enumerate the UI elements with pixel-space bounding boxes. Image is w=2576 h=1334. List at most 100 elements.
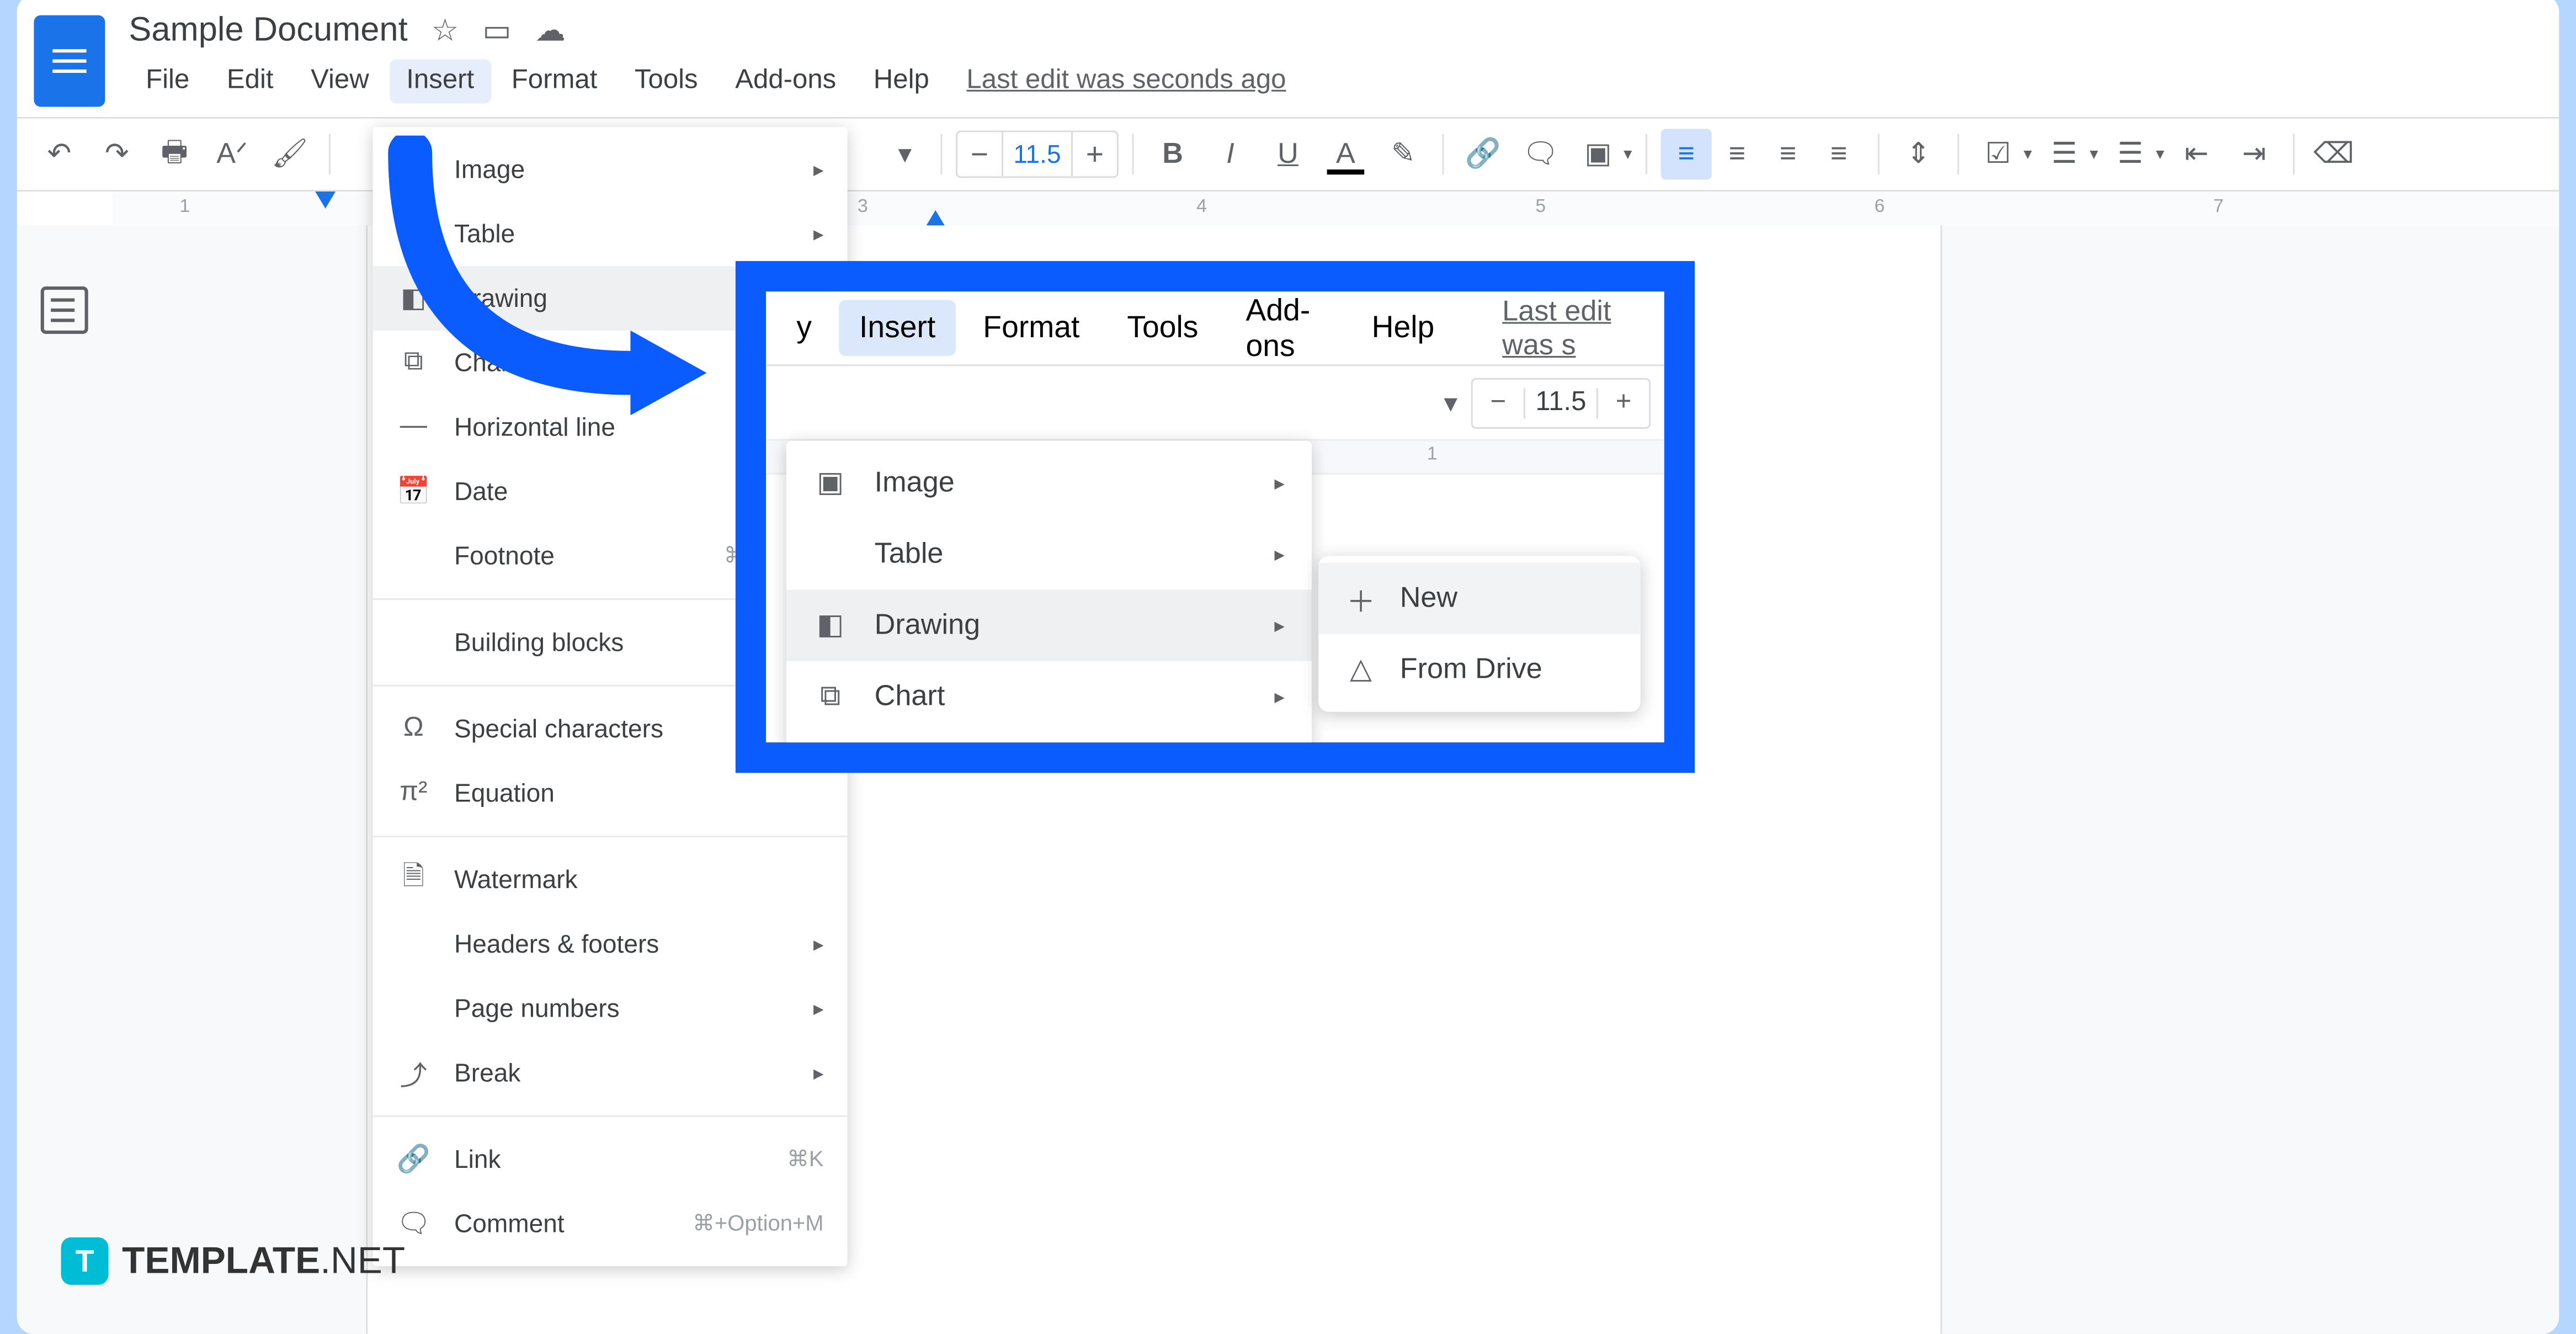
menu-divider <box>373 1115 848 1117</box>
numbered-list-button[interactable]: ☰ <box>2105 129 2156 179</box>
spellcheck-button[interactable]: Aᐟ <box>207 129 258 179</box>
inset-font-size-value[interactable]: 11.5 <box>1524 387 1598 418</box>
menu-edit[interactable]: Edit <box>210 59 290 103</box>
hline-icon: — <box>397 412 430 442</box>
hline-icon: — <box>813 751 847 773</box>
inset-insert-chart[interactable]: ⧉Chart▸ <box>786 661 1312 732</box>
inset-insert-image[interactable]: ▣Image▸ <box>786 448 1312 519</box>
chart-icon: ⧉ <box>397 348 430 378</box>
inset-menu-add-ons[interactable]: Add-ons <box>1226 282 1345 374</box>
toolbar-separator <box>329 134 331 175</box>
italic-button[interactable]: I <box>1205 129 1256 179</box>
menu-file[interactable]: File <box>129 59 206 103</box>
highlight-button[interactable]: ✎ <box>1378 129 1429 179</box>
pi-icon: π² <box>397 778 430 809</box>
font-size-value[interactable]: 11.5 <box>1002 132 1073 177</box>
inset-menu-insert[interactable]: Insert <box>839 300 956 356</box>
insert-item-table[interactable]: Table▸ <box>373 201 848 266</box>
increase-indent-button[interactable]: ⇥ <box>2229 129 2280 179</box>
insert-link-button[interactable]: 🔗 <box>1457 129 1508 179</box>
menu-format[interactable]: Format <box>494 59 614 103</box>
submenu-arrow-icon: ▸ <box>813 997 824 1021</box>
document-title[interactable]: Sample Document <box>129 11 407 50</box>
watermark: T TEMPLATE.NET <box>61 1237 406 1285</box>
chart-icon: ⧉ <box>813 679 847 713</box>
font-size-increase[interactable]: + <box>1073 136 1117 172</box>
bold-button[interactable]: B <box>1147 129 1198 179</box>
inset-font-size-control: − 11.5 + <box>1471 377 1651 428</box>
insert-item-comment[interactable]: 🗨Comment⌘+Option+M <box>373 1192 848 1256</box>
last-edit-link[interactable]: Last edit was seconds ago <box>966 66 1286 97</box>
insert-item-page-numbers[interactable]: Page numbers▸ <box>373 976 848 1041</box>
inset-insert-horizontal-line[interactable]: —Horizontal line <box>786 732 1312 773</box>
callout-zoom: yInsertFormatToolsAdd-onsHelp Last edit w… <box>736 261 1695 773</box>
ruler-num: 4 <box>1196 196 1207 217</box>
undo-button[interactable]: ↶ <box>34 129 84 179</box>
inset-menu-help[interactable]: Help <box>1351 300 1455 356</box>
text-color-button[interactable]: A <box>1320 129 1371 179</box>
submenu-arrow-icon: ▸ <box>1274 471 1285 495</box>
align-justify-button[interactable]: ≡ <box>1813 129 1864 179</box>
insert-item-break[interactable]: ⤴Break▸ <box>373 1041 848 1106</box>
menu-insert[interactable]: Insert <box>390 59 491 103</box>
submenu-arrow-icon: ▸ <box>813 158 824 182</box>
submenu-arrow-icon: ▸ <box>813 1061 824 1085</box>
decrease-indent-button[interactable]: ⇤ <box>2171 129 2222 179</box>
link-icon: 🔗 <box>397 1142 430 1176</box>
submenu-arrow-icon: ▸ <box>813 932 824 956</box>
print-button[interactable]: 🖶 <box>149 129 200 179</box>
font-size-control: − 11.5 + <box>956 130 1119 178</box>
inset-insert-drawing[interactable]: ◧Drawing▸ <box>786 590 1312 661</box>
submenu-arrow-icon: ▸ <box>1274 543 1285 566</box>
insert-image-button[interactable]: ▣ <box>1573 129 1624 179</box>
move-folder-icon[interactable]: ▭ <box>482 13 511 48</box>
outline-icon[interactable] <box>41 286 88 334</box>
submenu-arrow-icon: ▸ <box>813 222 824 246</box>
menu-tools[interactable]: Tools <box>618 59 715 103</box>
font-size-decrease[interactable]: − <box>957 136 1002 172</box>
break-icon: ⤴ <box>397 1053 430 1093</box>
menu-divider <box>373 836 848 837</box>
inset-menu-format[interactable]: Format <box>962 300 1100 356</box>
docs-logo-icon[interactable] <box>34 15 105 107</box>
inset-toolbar: ▾ − 11.5 + <box>766 366 1664 440</box>
submenu-arrow-icon: ▸ <box>1274 614 1285 637</box>
drawing-sub-new[interactable]: ＋New <box>1318 563 1641 634</box>
clear-formatting-button[interactable]: ⌫ <box>2308 129 2359 179</box>
inset-insert-table[interactable]: Table▸ <box>786 519 1312 590</box>
indent-marker-icon[interactable] <box>315 192 336 209</box>
align-right-button[interactable]: ≡ <box>1763 129 1813 179</box>
inset-font-decrease[interactable]: − <box>1473 387 1524 418</box>
inset-menu-tools[interactable]: Tools <box>1107 300 1219 356</box>
redo-button[interactable]: ↷ <box>92 129 142 179</box>
inset-ruler-num: 1 <box>1427 444 1438 465</box>
checklist-button[interactable]: ☑ <box>1973 129 2024 179</box>
insert-item-link[interactable]: 🔗Link⌘K <box>373 1127 848 1192</box>
underline-button[interactable]: U <box>1263 129 1313 179</box>
line-spacing-button[interactable]: ⇕ <box>1893 129 1944 179</box>
align-left-button[interactable]: ≡ <box>1661 129 1712 179</box>
inset-font-increase[interactable]: + <box>1598 387 1649 418</box>
drawing-submenu: ＋New△From Drive <box>1318 556 1641 712</box>
insert-item-headers-footers[interactable]: Headers & footers▸ <box>373 912 848 976</box>
margin-marker-icon[interactable] <box>925 210 946 227</box>
inset-menu-bar: yInsertFormatToolsAdd-onsHelpLast edit w… <box>766 291 1664 366</box>
insert-item-image[interactable]: ▣Image▸ <box>373 137 848 202</box>
paint-format-button[interactable]: 🖌 <box>264 129 315 179</box>
menu-help[interactable]: Help <box>856 59 946 103</box>
inset-last-edit[interactable]: Last edit was s <box>1482 284 1654 372</box>
drawing-sub-from-drive[interactable]: △From Drive <box>1318 634 1641 705</box>
bulleted-list-button[interactable]: ☰ <box>2039 129 2090 179</box>
menu-view[interactable]: View <box>294 59 386 103</box>
inset-menu-y[interactable]: y <box>776 300 832 356</box>
font-family-select[interactable]: ▾ <box>859 129 927 179</box>
ruler-num: 1 <box>180 196 190 217</box>
star-icon[interactable]: ☆ <box>432 13 459 48</box>
insert-comment-button[interactable]: 🗨 <box>1515 129 1566 179</box>
ruler-num: 3 <box>858 196 868 217</box>
insert-item-watermark[interactable]: 🗎Watermark <box>373 848 848 912</box>
image-caret-icon[interactable]: ▾ <box>1624 145 1632 164</box>
shortcut-label: ⌘+Option+M <box>693 1210 823 1237</box>
menu-add-ons[interactable]: Add-ons <box>718 59 853 103</box>
align-center-button[interactable]: ≡ <box>1712 129 1763 179</box>
